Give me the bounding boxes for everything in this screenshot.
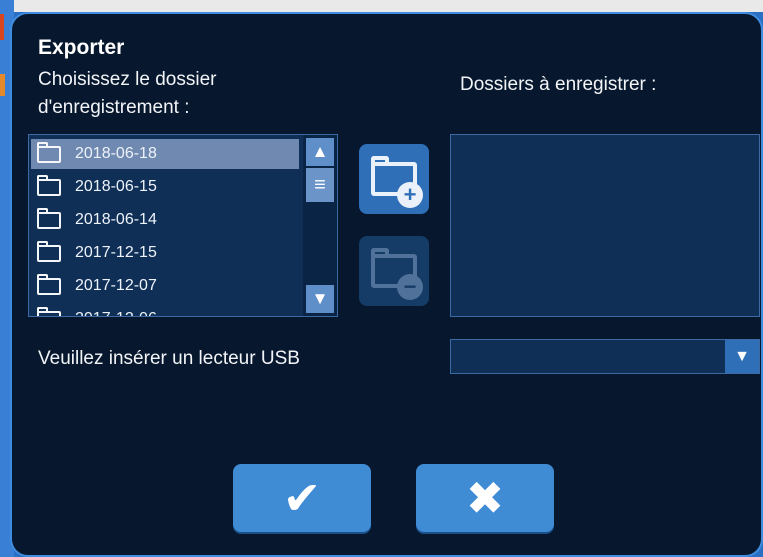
confirm-button[interactable]: ✔: [233, 464, 371, 532]
dropdown-arrow-button[interactable]: ▼: [725, 340, 759, 373]
folder-list-scrollbar[interactable]: ▲ ≡ ▼: [303, 135, 337, 316]
export-dialog: Exporter Choisissez le dossier d'enregis…: [10, 12, 763, 557]
grip-icon: ≡: [314, 174, 326, 196]
close-icon: ✖: [465, 472, 505, 524]
usb-drive-select[interactable]: ▼: [450, 339, 760, 374]
folder-name: 2017-12-06: [75, 310, 157, 316]
dialog-title: Exporter: [38, 36, 125, 59]
background-window-strip: [0, 0, 763, 12]
folder-icon: [37, 207, 61, 229]
checkmark-icon: ✔: [282, 472, 322, 524]
background-red-marker: [0, 14, 4, 40]
remove-folder-button[interactable]: −: [359, 236, 429, 306]
folder-icon: [37, 174, 61, 196]
add-folder-button[interactable]: +: [359, 144, 429, 214]
arrow-up-icon: ▲: [311, 142, 329, 161]
chevron-down-icon: ▼: [734, 347, 750, 365]
scroll-down-button[interactable]: ▼: [306, 285, 334, 313]
background-orange-marker: [0, 74, 5, 96]
minus-icon: −: [397, 274, 423, 300]
folder-list-item[interactable]: 2017-12-06: [31, 304, 299, 316]
folders-to-save-label: Dossiers à enregistrer :: [460, 74, 657, 95]
folder-name: 2018-06-18: [75, 145, 157, 162]
folder-list-item[interactable]: 2017-12-07: [31, 271, 299, 301]
folder-name: 2018-06-15: [75, 178, 157, 195]
folder-icon: [37, 306, 61, 316]
folder-name: 2017-12-07: [75, 277, 157, 294]
folder-icon: [37, 240, 61, 262]
folder-list-item[interactable]: 2017-12-15: [31, 238, 299, 268]
folder-icon: [37, 141, 61, 163]
folder-icon: [37, 273, 61, 295]
folder-list-item[interactable]: 2018-06-14: [31, 205, 299, 235]
folder-name: 2017-12-15: [75, 244, 157, 261]
folders-to-save-list[interactable]: [450, 134, 760, 317]
scroll-thumb[interactable]: ≡: [306, 168, 334, 202]
plus-icon: +: [397, 182, 423, 208]
usb-prompt-label: Veuillez insérer un lecteur USB: [38, 348, 300, 369]
folder-list-item[interactable]: 2018-06-15: [31, 172, 299, 202]
arrow-down-icon: ▼: [311, 289, 329, 308]
folder-name: 2018-06-14: [75, 211, 157, 228]
cancel-button[interactable]: ✖: [416, 464, 554, 532]
folder-list-item[interactable]: 2018-06-18: [31, 139, 299, 169]
scroll-up-button[interactable]: ▲: [306, 138, 334, 166]
folder-list[interactable]: 2018-06-18 2018-06-15 2018-06-14 2017-12…: [28, 134, 338, 317]
choose-folder-label: Choisissez le dossier d'enregistrement :: [38, 69, 217, 118]
